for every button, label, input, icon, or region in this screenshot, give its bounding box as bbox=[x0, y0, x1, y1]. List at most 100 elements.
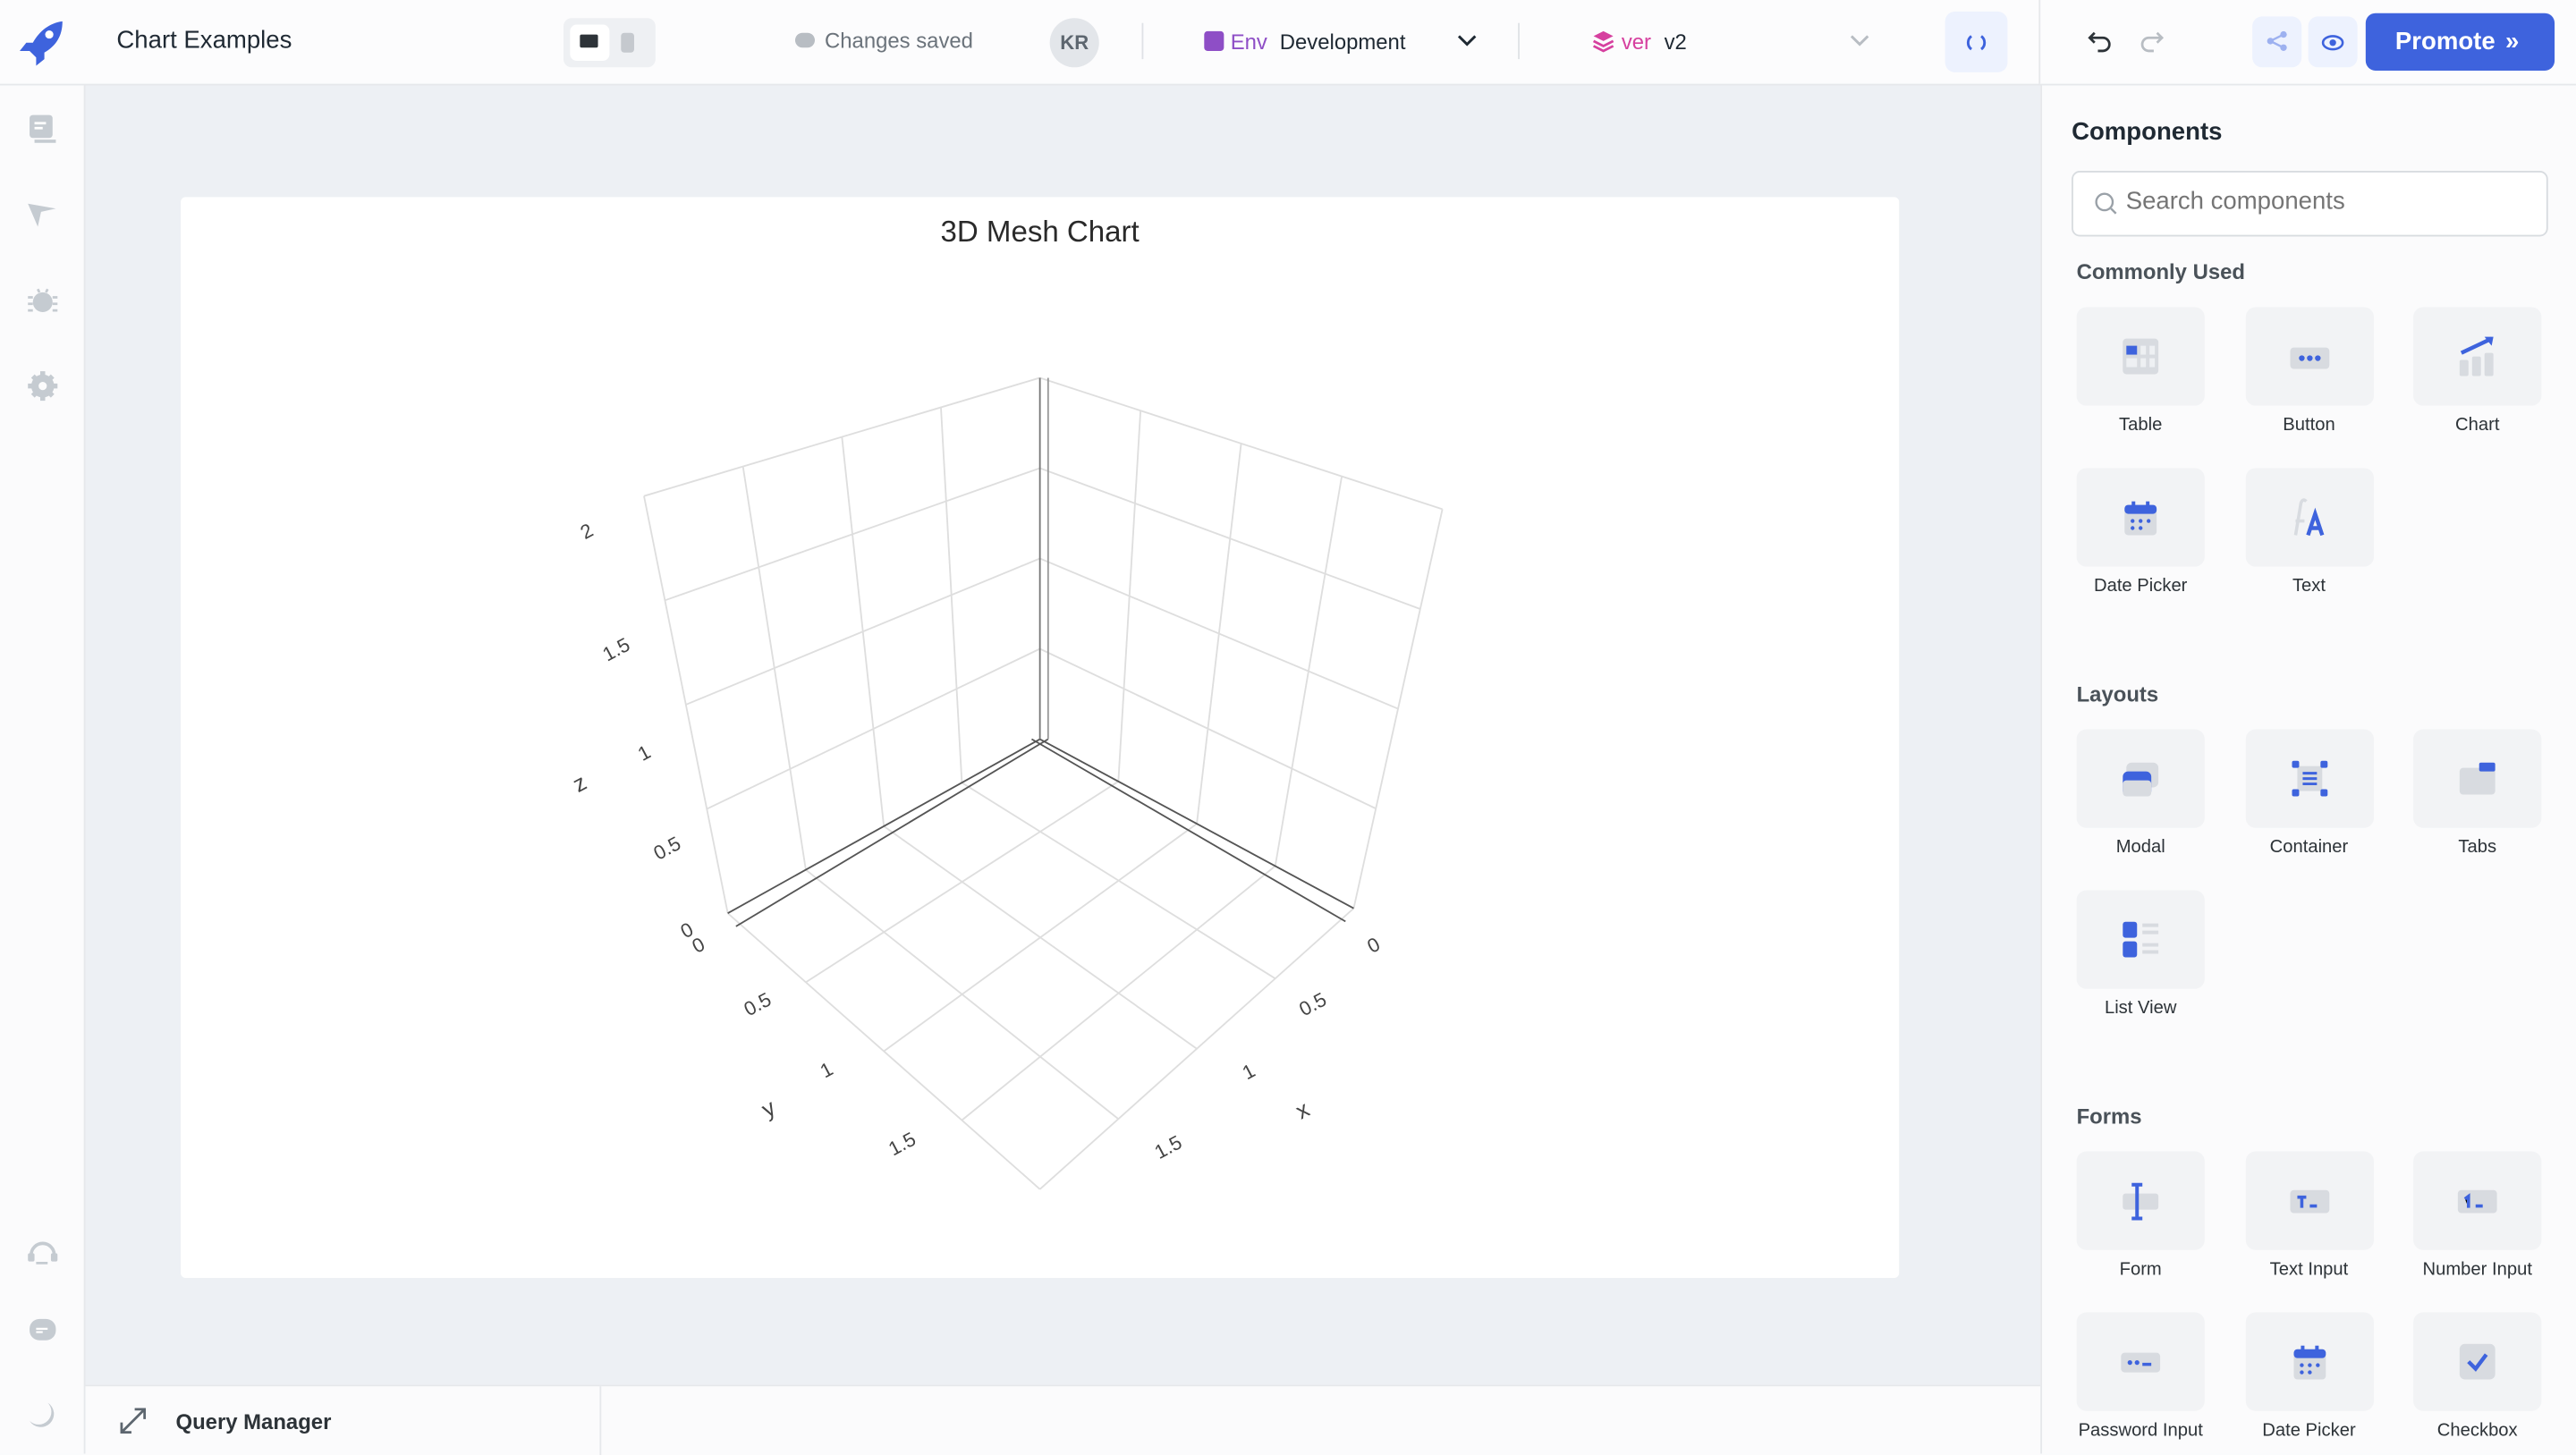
x-tick-label: 1 bbox=[1239, 1059, 1259, 1084]
component-label: Text Input bbox=[2269, 1259, 2349, 1280]
component-table[interactable]: Table bbox=[2075, 307, 2207, 436]
x-tick-label: 0 bbox=[1363, 933, 1384, 958]
component-list-view[interactable]: List View bbox=[2075, 890, 2207, 1019]
component-button[interactable]: Button bbox=[2243, 307, 2375, 436]
component-label: Button bbox=[2283, 415, 2335, 436]
chart-widget[interactable]: 3D Mesh Chart 0 0.5 1 1.5 2 0 0.5 1 1.5 0 0.5 1 1.5 x… bbox=[181, 197, 1900, 1278]
version-selector[interactable]: ver v2 bbox=[1577, 16, 1889, 69]
preview-button[interactable] bbox=[2308, 16, 2358, 68]
component-tile[interactable] bbox=[2413, 1151, 2542, 1250]
text-icon bbox=[2292, 498, 2324, 537]
query-manager-bar[interactable]: Query Manager bbox=[85, 1384, 2041, 1455]
view-toggle[interactable] bbox=[563, 18, 656, 68]
y-tick-label: 0 bbox=[688, 933, 708, 958]
component-tile[interactable] bbox=[2076, 1312, 2205, 1411]
component-tile[interactable] bbox=[2076, 468, 2205, 567]
chart-title: 3D Mesh Chart bbox=[941, 216, 1140, 249]
x-axis-label: x bbox=[1292, 1096, 1314, 1124]
chat-icon[interactable] bbox=[26, 1314, 59, 1347]
search-components-input[interactable] bbox=[2072, 171, 2548, 237]
undo-icon[interactable] bbox=[2087, 30, 2113, 53]
component-tabs[interactable]: Tabs bbox=[2411, 729, 2543, 858]
calendar-icon bbox=[2124, 501, 2157, 536]
component-date-picker[interactable]: Date Picker bbox=[2243, 1312, 2375, 1441]
component-text-input[interactable]: Text Input bbox=[2243, 1151, 2375, 1280]
gridline-z bbox=[1039, 376, 1443, 511]
chart-icon bbox=[2459, 336, 2494, 376]
component-form[interactable]: Form bbox=[2075, 1151, 2207, 1280]
share-icon bbox=[2267, 30, 2287, 51]
component-tile[interactable] bbox=[2076, 1151, 2205, 1250]
component-chart[interactable]: Chart bbox=[2411, 307, 2543, 436]
component-tile[interactable] bbox=[2413, 1312, 2542, 1411]
support-headset-icon[interactable] bbox=[26, 1235, 59, 1268]
promote-button[interactable]: Promote » bbox=[2365, 13, 2555, 71]
component-password-input[interactable]: Password Input bbox=[2075, 1312, 2207, 1441]
mobile-view-icon[interactable] bbox=[621, 32, 634, 53]
table-icon bbox=[2123, 338, 2159, 375]
component-checkbox[interactable]: Checkbox bbox=[2411, 1312, 2543, 1441]
gridline-y bbox=[1274, 476, 1343, 867]
component-tile[interactable] bbox=[2244, 468, 2374, 567]
left-sidebar bbox=[0, 85, 86, 1454]
button-icon bbox=[2289, 347, 2329, 369]
z-tick-label: 0.5 bbox=[649, 832, 684, 864]
settings-gear-icon[interactable] bbox=[26, 369, 59, 402]
component-tile[interactable] bbox=[2244, 1151, 2374, 1250]
redo-icon[interactable] bbox=[2139, 30, 2165, 53]
component-tile[interactable] bbox=[2076, 729, 2205, 828]
search-field[interactable] bbox=[2123, 185, 2524, 217]
x-tick-label: 1.5 bbox=[1151, 1131, 1186, 1163]
z-tick-label: 1.5 bbox=[599, 633, 634, 665]
promote-label: Promote bbox=[2394, 28, 2496, 56]
y-tick-label: 1.5 bbox=[885, 1128, 919, 1160]
divider bbox=[1518, 22, 1520, 60]
z-axis-label: z bbox=[569, 770, 590, 798]
component-tile[interactable] bbox=[2413, 307, 2542, 406]
component-number-input[interactable]: Number Input bbox=[2411, 1151, 2543, 1280]
cloud-check-icon bbox=[794, 32, 816, 48]
section-title: Commonly Used bbox=[2076, 259, 2245, 284]
component-text[interactable]: Text bbox=[2243, 468, 2375, 596]
component-tile[interactable] bbox=[2076, 307, 2205, 406]
component-container[interactable]: Container bbox=[2243, 729, 2375, 858]
desktop-view-button[interactable] bbox=[570, 24, 610, 61]
axis-line bbox=[1039, 738, 1354, 909]
eye-icon bbox=[2321, 35, 2344, 51]
expand-icon[interactable] bbox=[118, 1406, 148, 1435]
rocket-logo-icon[interactable] bbox=[16, 16, 69, 69]
component-label: Chart bbox=[2455, 415, 2500, 436]
environment-selector[interactable]: Env Development bbox=[1186, 16, 1490, 69]
component-tile[interactable] bbox=[2244, 729, 2374, 828]
component-date-picker[interactable]: Date Picker bbox=[2075, 468, 2207, 596]
component-modal[interactable]: Modal bbox=[2075, 729, 2207, 858]
component-tile[interactable] bbox=[2413, 729, 2542, 828]
y-axis-label: y bbox=[758, 1095, 780, 1123]
component-tile[interactable] bbox=[2244, 1312, 2374, 1411]
calendar-icon bbox=[2292, 1345, 2326, 1380]
component-label: Modal bbox=[2115, 837, 2165, 858]
debugger-bug-icon[interactable] bbox=[26, 284, 59, 317]
dark-mode-moon-icon[interactable] bbox=[26, 1400, 59, 1433]
component-label: Tabs bbox=[2458, 837, 2497, 858]
mesh-chart-plot[interactable]: 3D Mesh Chart 00.511.5200.511.500.511.5x… bbox=[181, 197, 1899, 1278]
avatar[interactable]: KR bbox=[1049, 18, 1099, 68]
component-label: Password Input bbox=[2078, 1420, 2203, 1441]
desktop-icon bbox=[580, 34, 598, 48]
component-label: Date Picker bbox=[2093, 576, 2188, 596]
pages-icon[interactable] bbox=[26, 114, 59, 147]
top-bar: Chart Examples Changes saved KR Env Deve… bbox=[0, 0, 2576, 86]
refresh-button[interactable] bbox=[1945, 11, 2008, 72]
gridline-z bbox=[643, 376, 1040, 497]
component-tile[interactable] bbox=[2244, 307, 2374, 406]
version-value: v2 bbox=[1664, 30, 1687, 55]
textinput-icon bbox=[2289, 1189, 2329, 1214]
version-label: ver bbox=[1621, 30, 1651, 55]
x-tick-label: 0.5 bbox=[1295, 988, 1330, 1020]
inspector-icon[interactable] bbox=[26, 199, 59, 232]
share-button[interactable] bbox=[2252, 16, 2302, 68]
component-tile[interactable] bbox=[2076, 890, 2205, 989]
save-status: Changes saved bbox=[825, 28, 973, 53]
gridline-y bbox=[1352, 509, 1444, 909]
app-title: Chart Examples bbox=[116, 26, 292, 55]
